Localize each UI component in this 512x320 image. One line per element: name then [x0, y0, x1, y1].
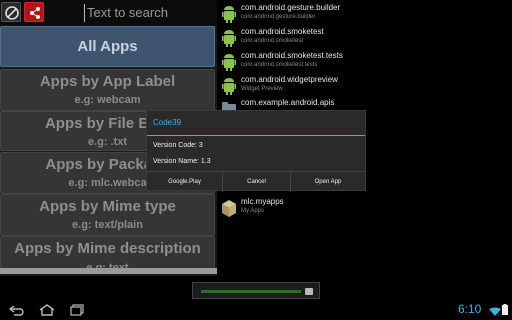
category-title: Apps by Mime description: [14, 240, 201, 257]
android-robot-icon: [222, 30, 236, 47]
version-name: Version Name: 1.3: [153, 158, 211, 165]
android-robot-icon: [222, 54, 236, 71]
app-name: com.android.smoketest.tests: [241, 51, 343, 60]
category-example: e.g: webcam: [74, 94, 141, 106]
app-label: Widget Preview: [241, 86, 283, 92]
category-app-label[interactable]: Apps by App Label e.g: webcam: [0, 69, 215, 111]
list-item[interactable]: com.android.widgetpreview Widget Preview: [217, 74, 512, 99]
dialog-title: Code39: [153, 118, 182, 127]
category-mime-type[interactable]: Apps by Mime type e.g: text/plain: [0, 194, 215, 236]
android-robot-icon: [222, 6, 236, 23]
list-item[interactable]: com.android.smoketest.tests com.android.…: [217, 50, 512, 75]
share-button[interactable]: [24, 2, 44, 22]
list-scrollbar[interactable]: [0, 268, 217, 274]
recent-apps-icon[interactable]: [68, 303, 86, 317]
box-icon: [222, 200, 236, 217]
category-example: e.g: text/plain: [72, 219, 143, 231]
system-nav-bar: 6:10: [0, 300, 512, 320]
category-title: Apps by App Label: [39, 73, 176, 90]
bar-handle[interactable]: [305, 288, 313, 295]
android-robot-icon: [222, 78, 236, 95]
list-item[interactable]: com.android.gesture.builder com.android.…: [217, 2, 512, 27]
category-all-apps[interactable]: All Apps: [0, 26, 215, 67]
status-clock: 6:10: [458, 302, 482, 316]
version-code: Version Code: 3: [153, 142, 203, 149]
category-title: All Apps: [77, 38, 138, 55]
category-mime-description[interactable]: Apps by Mime description e.g: text: [0, 236, 215, 270]
app-name: com.example.android.apis: [241, 98, 335, 107]
floating-bar: [192, 282, 320, 299]
app-name: com.android.widgetpreview: [241, 75, 338, 84]
list-item[interactable]: mlc.myapps My Apps: [217, 196, 512, 221]
battery-icon: [502, 304, 508, 315]
back-icon[interactable]: [8, 303, 26, 317]
app-label: com.android.gesture.builder: [241, 14, 316, 20]
home-icon[interactable]: [38, 303, 56, 317]
app-label: com.android.smoketest.tests: [241, 62, 318, 68]
dialog-divider: [147, 135, 365, 136]
app-label: My Apps: [241, 208, 265, 214]
search-input[interactable]: [84, 4, 212, 22]
share-icon: [30, 7, 40, 19]
dialog-buttons: Google.Play Cancel Open App: [147, 171, 365, 192]
app-name: com.android.smoketest: [241, 27, 324, 36]
list-item[interactable]: com.android.smoketest com.android.smoket…: [217, 26, 512, 51]
app-name: mlc.myapps: [241, 197, 284, 206]
app-details-dialog: Code39 Version Code: 3 Version Name: 1.3…: [146, 110, 366, 192]
search-toolbar: [0, 0, 217, 26]
app-name: com.android.gesture.builder: [241, 3, 341, 12]
app-label: com.android.smoketest: [241, 38, 304, 44]
category-title: Apps by Mime type: [39, 198, 176, 215]
cancel-button[interactable]: Cancel: [223, 172, 291, 192]
clear-search-button[interactable]: [1, 2, 21, 22]
open-app-button[interactable]: Open App: [291, 172, 365, 192]
clear-search-icon: [5, 6, 19, 20]
google-play-button[interactable]: Google.Play: [147, 172, 223, 192]
progress-bar: [201, 290, 301, 293]
